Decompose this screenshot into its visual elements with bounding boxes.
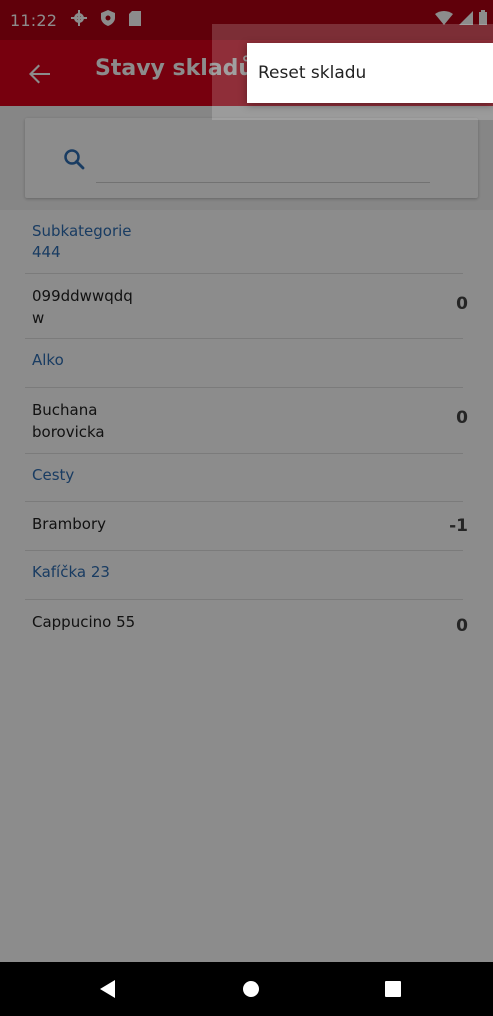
nav-home-icon[interactable] bbox=[243, 981, 259, 997]
system-nav-bar bbox=[0, 962, 493, 1016]
menu-item-reset-skladu[interactable]: Reset skladu bbox=[258, 63, 366, 83]
nav-recents-icon[interactable] bbox=[385, 981, 401, 997]
overflow-menu: Reset skladu bbox=[247, 43, 493, 103]
nav-back-icon[interactable] bbox=[99, 980, 117, 1002]
menu-scrim[interactable] bbox=[0, 0, 493, 962]
